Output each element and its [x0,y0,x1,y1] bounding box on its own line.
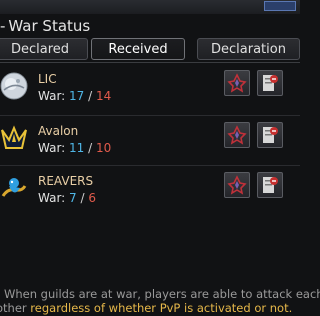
guild-mark-button[interactable] [224,172,250,198]
declaration-button[interactable]: Declaration [197,38,300,60]
window-badge[interactable] [264,1,296,11]
guild-entry: Avalon War: 11 / 10 [0,116,300,164]
header-divider [0,62,300,63]
war-count-a: 17 [69,89,85,103]
cancel-war-button[interactable] [257,172,283,198]
guild-entry: REAVERS War: 7 / 6 [0,166,300,214]
info-line-1: When guilds are at war, players are able… [4,287,320,301]
war-label: War: [38,89,66,103]
window-top-bar [0,0,300,14]
info-highlight: regardless of whether PvP is activated o… [30,301,293,315]
cancel-war-button[interactable] [257,70,283,96]
war-label: War: [38,191,66,205]
guild-name: Avalon [38,124,79,138]
tab-received-label: Received [108,42,168,57]
window-title-text: War Status [8,17,91,35]
window-title: - War Status [0,15,300,37]
war-count: War: 11 / 10 [38,141,112,155]
war-count: War: 7 / 6 [38,191,96,205]
info-line-2: other regardless of whether PvP is activ… [0,301,292,315]
title-dash: - [0,17,6,35]
moon-emblem-icon [0,72,28,100]
cancel-war-icon [263,75,278,91]
tab-declared[interactable]: Declared [0,38,88,60]
guild-mark-button[interactable] [224,122,250,148]
war-count-b: 6 [88,191,96,205]
cancel-war-button[interactable] [257,122,283,148]
guild-mark-button[interactable] [224,70,250,96]
guild-name: REAVERS [38,174,94,188]
cancel-war-icon [263,177,278,193]
guild-mark-icon [227,125,247,145]
war-count-a: 7 [69,191,77,205]
guild-name: LIC [38,72,57,86]
war-label: War: [38,141,66,155]
genie-emblem-icon [0,174,28,202]
war-count-b: 10 [96,141,112,155]
info-line-2-prefix: other [0,301,27,315]
war-count-b: 14 [96,89,112,103]
cancel-war-icon [263,127,278,143]
guild-entry: LIC War: 17 / 14 [0,64,300,112]
tab-declared-label: Declared [10,42,70,57]
war-count-a: 11 [69,141,85,155]
declaration-button-label: Declaration [211,42,286,57]
guild-mark-icon [227,73,247,93]
tab-received[interactable]: Received [91,38,185,60]
crown-emblem-icon [0,124,28,152]
guild-mark-icon [227,175,247,195]
war-count: War: 17 / 14 [38,89,112,103]
